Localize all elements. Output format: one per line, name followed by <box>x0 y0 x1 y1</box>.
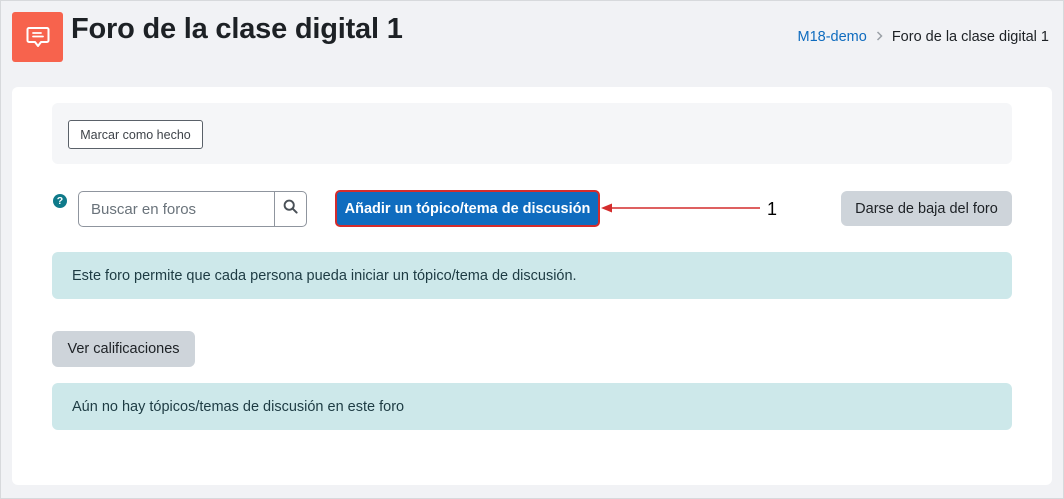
activity-completion-box: Marcar como hecho <box>52 103 1012 164</box>
search-input[interactable] <box>78 191 274 227</box>
question-circle-icon[interactable]: ? <box>53 194 67 208</box>
search-icon <box>283 199 298 219</box>
page-title: Foro de la clase digital 1 <box>71 13 403 45</box>
forum-info-alert: Este foro permite que cada persona pueda… <box>52 252 1012 299</box>
breadcrumb-course-link[interactable]: M18-demo <box>798 29 867 45</box>
forum-icon <box>12 12 63 62</box>
forum-search <box>78 191 307 227</box>
chevron-right-icon <box>876 30 883 44</box>
add-discussion-topic-button[interactable]: Añadir un tópico/tema de discusión <box>335 190 600 227</box>
annotation-number: 1 <box>767 199 778 219</box>
no-topics-alert: Aún no hay tópicos/temas de discusión en… <box>52 383 1012 430</box>
annotation-arrow <box>601 203 760 213</box>
breadcrumb: M18-demo Foro de la clase digital 1 <box>798 29 1049 45</box>
search-button[interactable] <box>274 191 307 227</box>
mark-as-done-button[interactable]: Marcar como hecho <box>68 120 203 149</box>
unsubscribe-forum-button[interactable]: Darse de baja del foro <box>841 191 1012 226</box>
breadcrumb-current: Foro de la clase digital 1 <box>891 29 1049 45</box>
page-header: Foro de la clase digital 1 M18-demo Foro… <box>1 1 1063 77</box>
view-grades-button[interactable]: Ver calificaciones <box>52 331 195 367</box>
main-content-card: Marcar como hecho ? Añadir un tópico/tem… <box>12 87 1052 485</box>
